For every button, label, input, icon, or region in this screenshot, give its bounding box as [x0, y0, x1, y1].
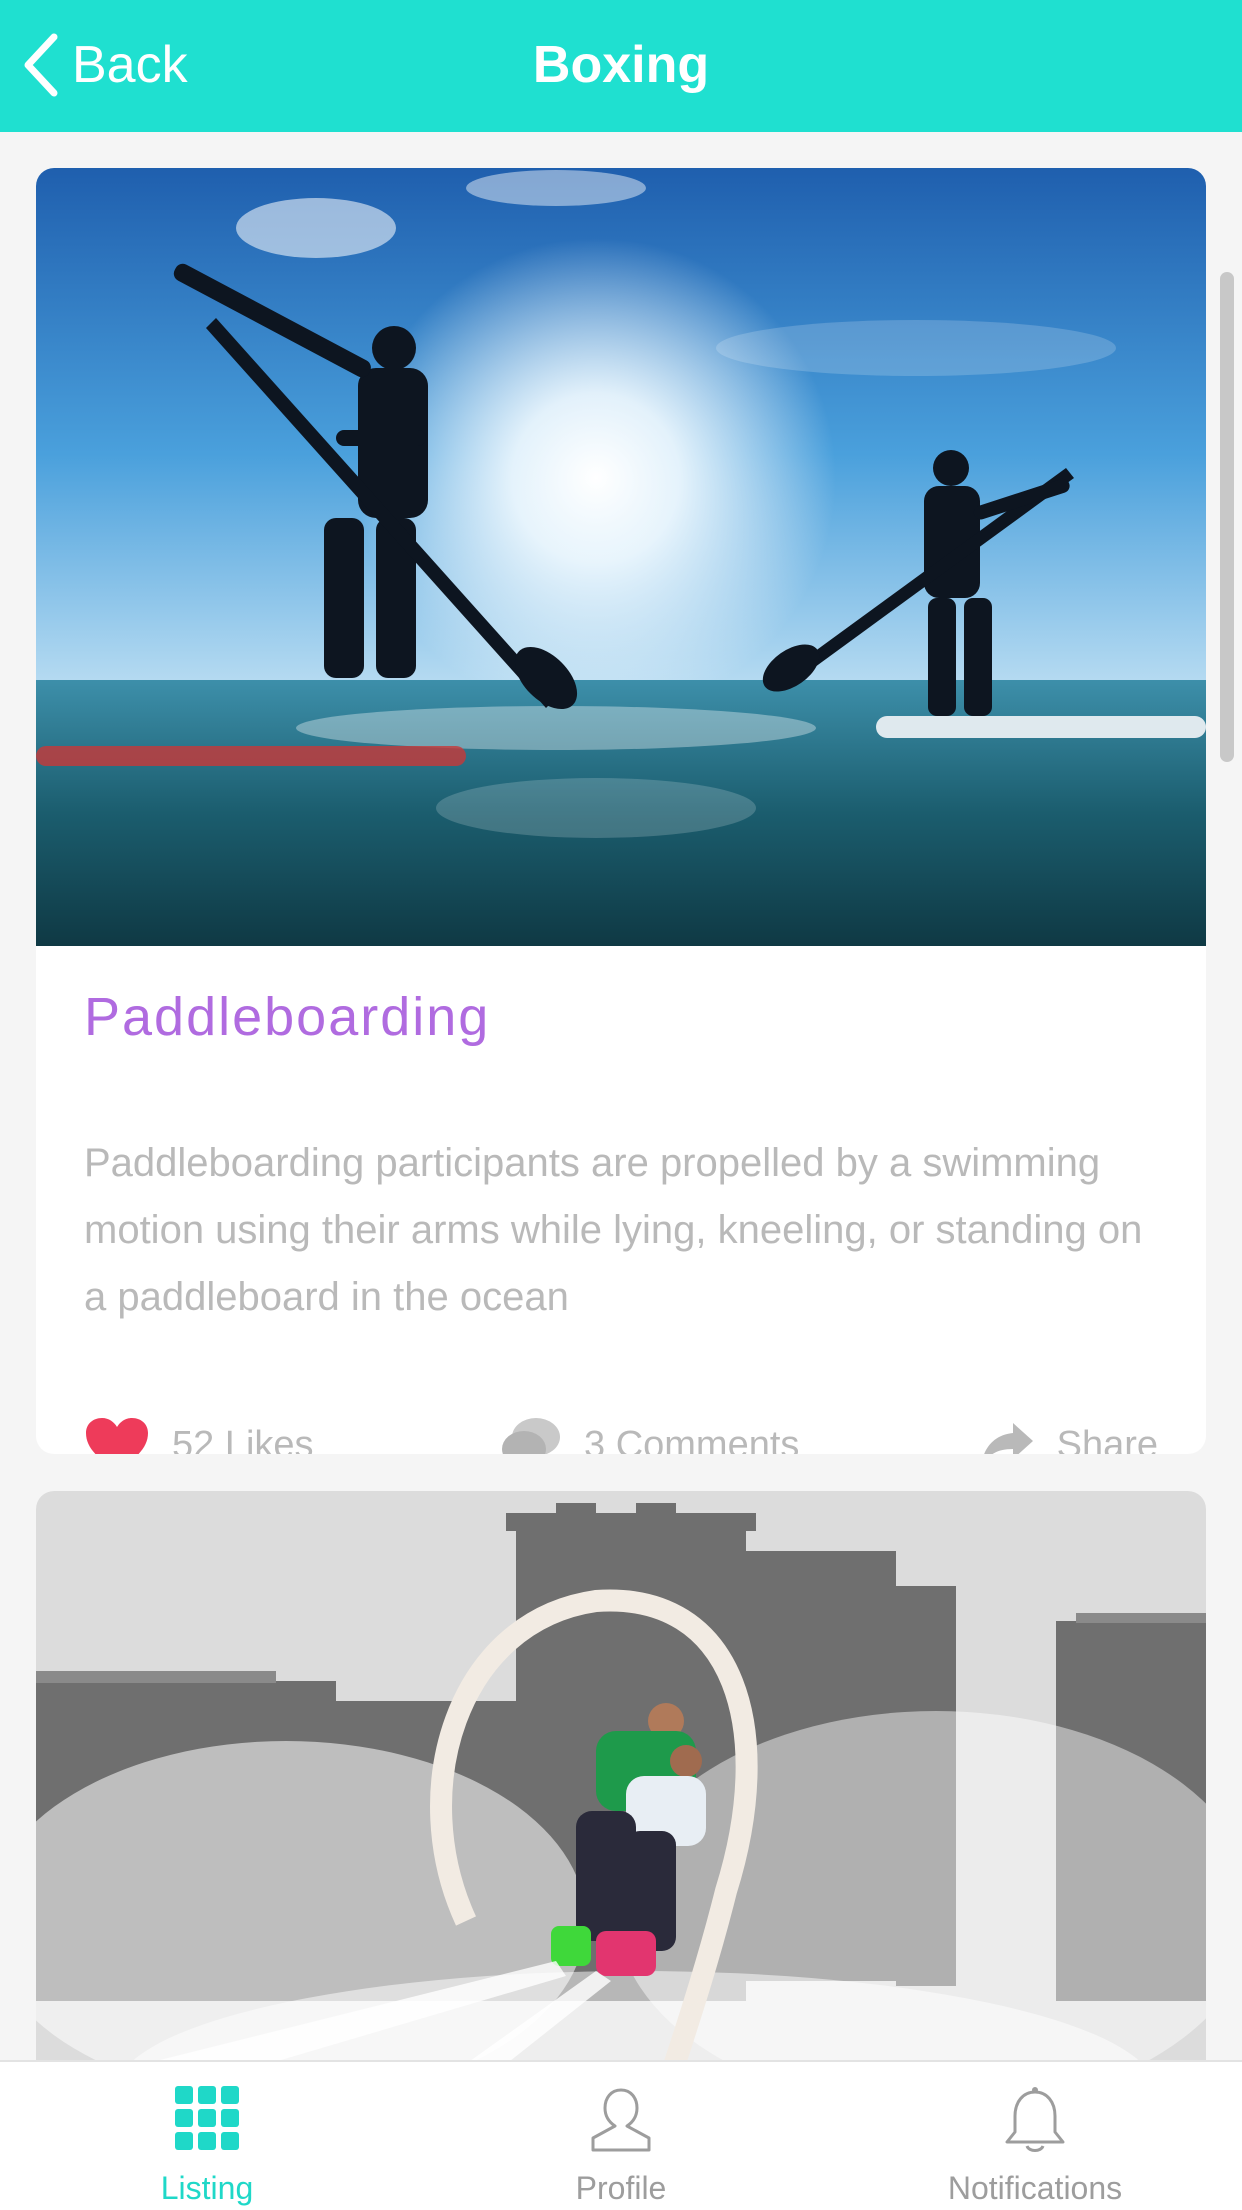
comments-count: 3 Comments [584, 1423, 800, 1455]
heart-icon [86, 1418, 148, 1454]
share-label: Share [1056, 1423, 1158, 1455]
comments-button[interactable]: 3 Comments [498, 1410, 799, 1454]
chat-bubbles-icon [502, 1418, 560, 1454]
like-button[interactable]: 52 Likes [84, 1410, 314, 1454]
post-card[interactable]: Paddleboarding Paddleboarding participan… [36, 168, 1206, 1454]
app-header: Back Boxing [0, 0, 1242, 132]
paddleboarding-photo[interactable] [36, 168, 1206, 946]
post-actions: 52 Likes 3 Comments Share [36, 1410, 1206, 1454]
tab-listing[interactable]: Listing [0, 2062, 414, 2210]
post-title[interactable]: Paddleboarding [84, 986, 490, 1048]
scrollbar[interactable] [1220, 272, 1234, 762]
tab-label: Listing [160, 2170, 254, 2206]
page-title: Boxing [532, 36, 710, 94]
tab-label: Notifications [947, 2170, 1123, 2206]
grid-icon [175, 2086, 239, 2150]
person-icon [591, 2088, 651, 2152]
flyboarding-photo[interactable] [36, 1491, 1206, 2060]
tab-notifications[interactable]: Notifications [828, 2062, 1242, 2210]
tab-profile[interactable]: Profile [414, 2062, 828, 2210]
share-arrow-icon [983, 1423, 1033, 1454]
share-button[interactable]: Share [979, 1410, 1158, 1454]
bell-icon [1005, 2087, 1065, 2152]
post-card[interactable] [36, 1491, 1206, 2060]
listing-feed[interactable]: Paddleboarding Paddleboarding participan… [0, 132, 1242, 2060]
post-description: Paddleboarding participants are propelle… [84, 1141, 1143, 1319]
likes-count: 52 Likes [172, 1423, 314, 1455]
tab-label: Profile [575, 2170, 667, 2206]
bottom-tab-bar: Listing Profile Notifications [0, 2060, 1242, 2210]
